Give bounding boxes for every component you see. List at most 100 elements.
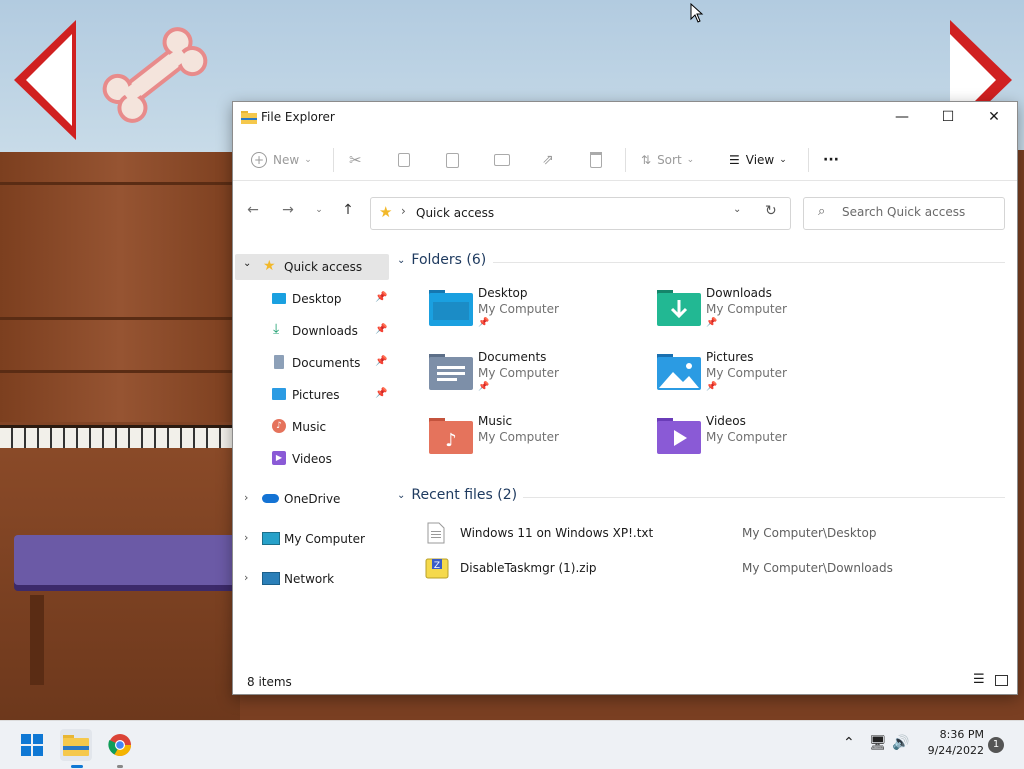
- folder-location: My Computer: [478, 430, 559, 444]
- picture-icon: [272, 388, 286, 400]
- clock[interactable]: 8:36 PM 9/24/2022: [914, 727, 984, 759]
- sort-label: Sort: [657, 153, 682, 167]
- computer-icon: [262, 532, 280, 545]
- status-item-count: 8 items: [247, 675, 292, 689]
- paste-button[interactable]: [446, 148, 459, 172]
- windows-logo-icon: [21, 734, 43, 756]
- chevron-down-icon: ⌄: [779, 155, 787, 165]
- view-icon: ☰: [729, 153, 740, 167]
- sidebar-item-pictures[interactable]: Pictures 📌: [235, 382, 389, 408]
- pin-icon[interactable]: 📌: [375, 292, 387, 303]
- more-options-button[interactable]: ···: [823, 148, 839, 172]
- refresh-icon[interactable]: ↻: [765, 203, 777, 219]
- list-item[interactable]: Z DisableTaskmgr (1).zip My Computer\Dow…: [425, 557, 985, 583]
- navigation-row: ← → ⌄ ↑ ★ › Quick access ⌄ ↻ ⌕: [233, 192, 1017, 232]
- pin-icon: 📌: [478, 318, 490, 328]
- sidebar-item-downloads[interactable]: ⤓ Downloads 📌: [235, 318, 389, 344]
- sidebar-item-documents[interactable]: Documents 📌: [235, 350, 389, 376]
- chevron-right-icon[interactable]: ›: [244, 491, 248, 504]
- chevron-right-icon[interactable]: ›: [244, 531, 248, 544]
- toolbar-separator: [333, 148, 334, 172]
- pin-icon: 📌: [706, 382, 718, 392]
- copy-button[interactable]: [398, 148, 410, 172]
- delete-button[interactable]: [590, 148, 602, 172]
- list-item[interactable]: Windows 11 on Windows XP!.txt My Compute…: [425, 522, 985, 548]
- up-button[interactable]: ↑: [338, 200, 358, 220]
- sidebar-item-onedrive[interactable]: › OneDrive: [235, 486, 389, 512]
- folder-location: My Computer: [706, 430, 787, 444]
- breadcrumb-quick-access[interactable]: Quick access: [416, 206, 494, 220]
- taskbar-chrome[interactable]: [104, 729, 136, 768]
- chevron-right-icon[interactable]: ›: [244, 571, 248, 584]
- chevron-down-icon[interactable]: ⌄: [733, 204, 741, 215]
- folder-tile-desktop[interactable]: Desktop My Computer 📌: [427, 286, 627, 338]
- volume-icon[interactable]: 🔊: [892, 735, 909, 751]
- clock-date: 9/24/2022: [927, 744, 984, 757]
- sidebar-item-desktop[interactable]: Desktop 📌: [235, 286, 389, 312]
- mouse-cursor-icon: [690, 3, 704, 23]
- sidebar-item-label: Downloads: [292, 324, 358, 338]
- bone-icon[interactable]: [95, 25, 215, 125]
- start-button[interactable]: [16, 729, 48, 761]
- close-button[interactable]: ✕: [971, 102, 1017, 132]
- notification-badge[interactable]: 1: [988, 737, 1004, 753]
- recent-files-section-header[interactable]: ⌄ Recent files (2): [397, 487, 517, 503]
- section-divider: [493, 262, 1005, 263]
- folders-section-header[interactable]: ⌄ Folders (6): [397, 252, 486, 268]
- sidebar-item-quick-access[interactable]: ⌄ ★ Quick access: [235, 254, 389, 280]
- folder-name: Music: [478, 414, 513, 428]
- large-icons-view-icon[interactable]: [995, 675, 1008, 686]
- search-box[interactable]: ⌕: [803, 197, 1005, 230]
- rename-button[interactable]: [494, 148, 510, 172]
- piano-body: [0, 152, 240, 422]
- document-icon: [274, 355, 284, 369]
- previous-arrow-inner: [26, 34, 72, 126]
- folder-name: Downloads: [706, 286, 772, 300]
- share-button[interactable]: ⇗: [542, 148, 554, 172]
- folder-icon: [241, 111, 257, 124]
- sidebar-item-label: OneDrive: [284, 492, 341, 506]
- show-hidden-icons-button[interactable]: ⌃: [843, 735, 855, 751]
- pin-icon[interactable]: 📌: [375, 388, 387, 399]
- sidebar-item-music[interactable]: ♪ Music: [235, 414, 389, 440]
- recent-locations-button[interactable]: ⌄: [309, 200, 329, 220]
- folder-tile-downloads[interactable]: Downloads My Computer 📌: [655, 286, 855, 338]
- chevron-down-icon[interactable]: ⌄: [243, 258, 251, 269]
- search-input[interactable]: [842, 205, 992, 219]
- minimize-button[interactable]: —: [879, 102, 925, 132]
- copy-icon: [398, 153, 410, 167]
- address-bar[interactable]: ★ › Quick access ⌄ ↻: [370, 197, 791, 230]
- view-button[interactable]: ☰ View ⌄: [729, 148, 787, 172]
- videos-folder-icon: [657, 418, 701, 454]
- piano-keys: [0, 425, 240, 448]
- chevron-down-icon: ⌄: [686, 155, 695, 165]
- sort-button[interactable]: ⇅ Sort ⌄: [641, 148, 694, 172]
- recent-file-location: My Computer\Desktop: [742, 526, 877, 540]
- arrow-left-icon: ←: [247, 202, 259, 218]
- view-label: View: [745, 153, 775, 167]
- sidebar-item-my-computer[interactable]: › My Computer: [235, 526, 389, 552]
- taskbar-file-explorer[interactable]: [60, 729, 92, 768]
- pin-icon[interactable]: 📌: [375, 324, 387, 335]
- sidebar-item-videos[interactable]: ▶ Videos: [235, 446, 389, 472]
- forward-button[interactable]: →: [278, 200, 298, 220]
- network-status-icon[interactable]: 🖥: [869, 735, 887, 751]
- folder-tile-music[interactable]: ♪ Music My Computer: [427, 414, 627, 466]
- sidebar-item-label: Pictures: [292, 388, 340, 402]
- music-folder-icon: ♪: [429, 418, 473, 454]
- section-divider: [523, 497, 1005, 498]
- back-button[interactable]: ←: [243, 200, 263, 220]
- folder-tile-videos[interactable]: Videos My Computer: [655, 414, 855, 466]
- folder-tile-documents[interactable]: Documents My Computer 📌: [427, 350, 627, 402]
- details-view-icon[interactable]: ☰: [973, 672, 985, 687]
- pin-icon[interactable]: 📌: [375, 356, 387, 367]
- folder-tile-pictures[interactable]: Pictures My Computer 📌: [655, 350, 855, 402]
- folder-icon: [63, 735, 89, 756]
- recent-file-location: My Computer\Downloads: [742, 561, 893, 575]
- sidebar-item-network[interactable]: › Network: [235, 566, 389, 592]
- cut-button[interactable]: ✂: [349, 148, 362, 172]
- new-button[interactable]: + New ⌄: [251, 148, 312, 172]
- chevron-down-icon: ⌄: [315, 205, 323, 215]
- title-bar[interactable]: File Explorer — ☐ ✕: [233, 102, 1017, 132]
- maximize-button[interactable]: ☐: [925, 102, 971, 132]
